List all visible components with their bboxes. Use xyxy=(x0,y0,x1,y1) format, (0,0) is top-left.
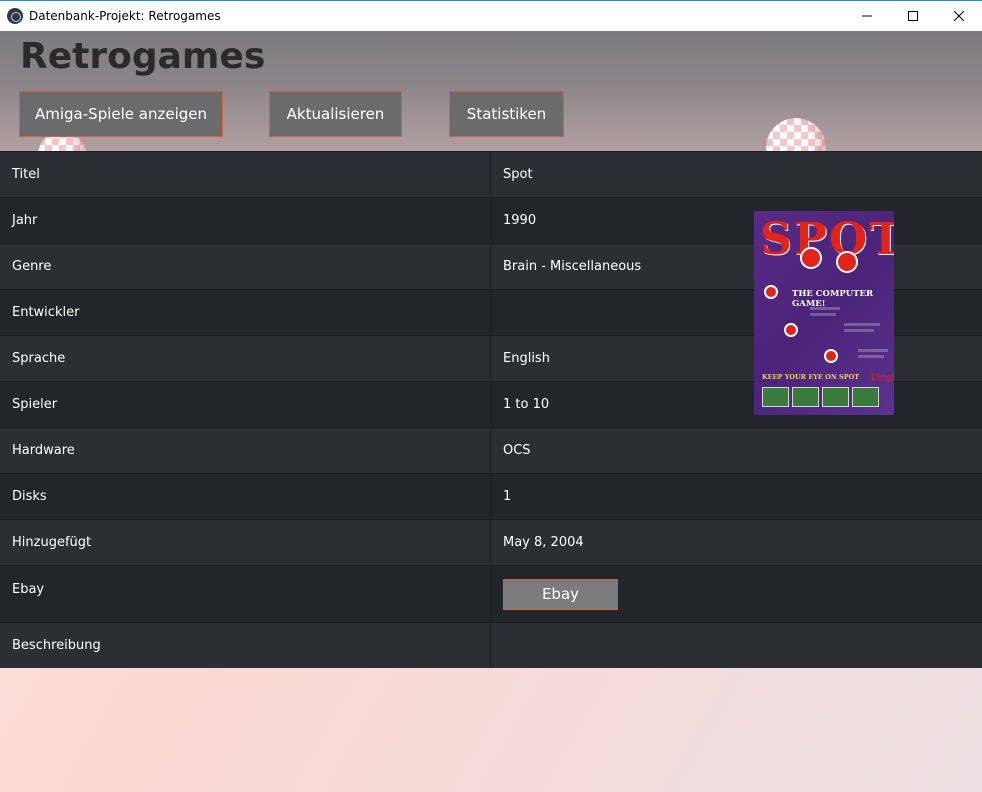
row-value xyxy=(491,290,982,335)
cover-screenshots xyxy=(762,387,879,407)
row-label: Entwickler xyxy=(0,290,491,335)
row-value: Spot xyxy=(503,167,533,182)
table-row-ebay: Ebay Ebay xyxy=(0,565,982,622)
statistics-button[interactable]: Statistiken xyxy=(449,91,564,137)
window-controls xyxy=(844,1,982,31)
row-value: OCS xyxy=(503,443,531,458)
spot-character xyxy=(824,349,838,363)
spot-character xyxy=(836,251,858,273)
cover-brand: Virgin xyxy=(870,373,894,384)
cover-text-line xyxy=(810,307,840,310)
row-label: Hardware xyxy=(0,428,491,473)
table-row-description: Beschreibung xyxy=(0,622,982,668)
row-value: English xyxy=(503,351,550,366)
close-button[interactable] xyxy=(936,1,982,31)
app-icon xyxy=(7,8,23,24)
cover-logo: SPOT xyxy=(760,214,894,265)
game-cover-image: SPOT THE COMPUTER GAME! KEEP YOUR EYE ON… xyxy=(754,211,894,415)
spot-character xyxy=(764,285,778,299)
table-row-title: Titel Spot xyxy=(0,151,982,197)
row-value: 1990 xyxy=(503,213,537,228)
minimize-icon xyxy=(862,15,872,17)
row-label: Spieler xyxy=(0,382,491,427)
minimize-button[interactable] xyxy=(844,1,890,31)
row-value: May 8, 2004 xyxy=(503,535,584,550)
cover-screenshot xyxy=(822,387,849,407)
row-value: Ebay xyxy=(491,566,982,622)
app-header: Retrogames Amiga-Spiele anzeigen Aktuali… xyxy=(0,31,982,151)
row-label: Jahr xyxy=(0,198,491,243)
table-row-disks: Disks 1 xyxy=(0,473,982,519)
decorative-ball xyxy=(766,118,826,151)
row-label: Beschreibung xyxy=(0,623,491,668)
window-title: Datenbank-Projekt: Retrogames xyxy=(29,9,221,23)
row-value: 1 xyxy=(503,489,512,504)
cover-text-line xyxy=(844,329,874,332)
row-label: Titel xyxy=(0,152,491,197)
spot-character xyxy=(800,247,822,269)
table-row-added: Hinzugefügt May 8, 2004 xyxy=(0,519,982,565)
window-titlebar: Datenbank-Projekt: Retrogames xyxy=(0,0,982,31)
row-label: Genre xyxy=(0,244,491,289)
refresh-button[interactable]: Aktualisieren xyxy=(269,91,402,137)
row-label: Hinzugefügt xyxy=(0,520,491,565)
row-label: Disks xyxy=(0,474,491,519)
maximize-button[interactable] xyxy=(890,1,936,31)
cover-subtitle: THE COMPUTER GAME! xyxy=(792,289,874,309)
cover-text-line xyxy=(810,313,836,316)
show-amiga-games-button[interactable]: Amiga-Spiele anzeigen xyxy=(19,91,223,137)
spot-character xyxy=(784,323,798,337)
row-label: Ebay xyxy=(0,566,491,622)
cover-screenshot xyxy=(762,387,789,407)
cover-screenshot xyxy=(792,387,819,407)
row-label: Sprache xyxy=(0,336,491,381)
page-title: Retrogames xyxy=(20,36,266,77)
cover-text-line xyxy=(844,323,880,326)
maximize-icon xyxy=(908,11,918,21)
cover-text-line xyxy=(858,355,884,358)
row-value: 1 to 10 xyxy=(503,397,550,412)
ebay-button[interactable]: Ebay xyxy=(503,578,618,610)
row-value: Brain - Miscellaneous xyxy=(503,259,642,274)
table-row-hardware: Hardware OCS xyxy=(0,427,982,473)
cover-screenshot xyxy=(852,387,879,407)
close-icon xyxy=(954,11,964,21)
cover-tagline: KEEP YOUR EYE ON SPOT xyxy=(762,373,860,381)
row-value xyxy=(491,623,982,668)
cover-text-line xyxy=(858,349,888,352)
